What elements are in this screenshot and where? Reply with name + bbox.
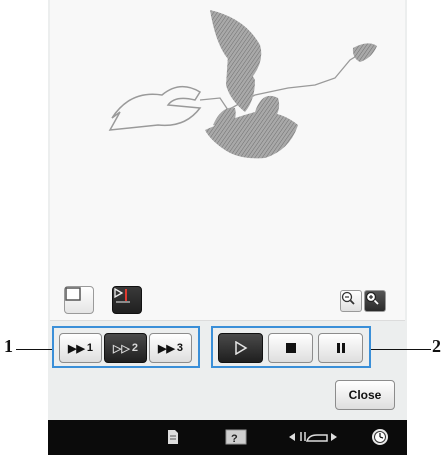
status-bar: ? — [48, 420, 407, 455]
speed-3-button[interactable]: ▶▶ 3 — [149, 333, 192, 363]
embroidery-design — [108, 10, 377, 159]
play-button[interactable] — [218, 333, 263, 363]
pause-button[interactable] — [318, 333, 363, 363]
magnifier-plus-icon — [365, 291, 379, 305]
speed-group: ▶▶ 1 ▷▷ 2 ▶▶ 3 — [52, 326, 200, 368]
playback-group — [211, 326, 371, 368]
page-icon[interactable] — [163, 426, 183, 448]
fast-forward-icon: ▶▶ — [157, 342, 175, 355]
presser-foot-icon[interactable] — [284, 426, 342, 448]
callout-2: 2 — [432, 336, 441, 356]
simulator-panel: ▶▶ 1 ▷▷ 2 ▶▶ 3 Close — [48, 0, 407, 420]
callout-1: 1 — [4, 336, 13, 356]
clock-icon[interactable] — [370, 426, 390, 448]
fast-forward-icon: ▶▶ — [67, 342, 85, 355]
stitch-simulator-button[interactable] — [112, 286, 142, 314]
pause-icon — [336, 343, 345, 353]
magnifier-minus-icon — [341, 291, 355, 305]
stop-button[interactable] — [268, 333, 313, 363]
speed-2-button[interactable]: ▷▷ 2 — [104, 333, 147, 363]
play-needle-icon — [114, 287, 130, 303]
close-button[interactable]: Close — [335, 380, 395, 410]
play-icon — [234, 341, 247, 355]
help-icon[interactable]: ? — [223, 426, 249, 448]
svg-text:?: ? — [231, 433, 238, 445]
frame-outline-button[interactable] — [64, 286, 94, 314]
zoom-in-button[interactable] — [364, 290, 386, 312]
fast-forward-outline-icon: ▷▷ — [112, 342, 130, 355]
speed-1-button[interactable]: ▶▶ 1 — [59, 333, 102, 363]
callout-1-line — [16, 349, 52, 350]
stop-icon — [285, 343, 296, 353]
embroidery-preview — [50, 0, 405, 321]
zoom-out-button[interactable] — [340, 290, 362, 312]
frame-icon — [65, 287, 81, 301]
callout-2-line — [371, 349, 431, 350]
